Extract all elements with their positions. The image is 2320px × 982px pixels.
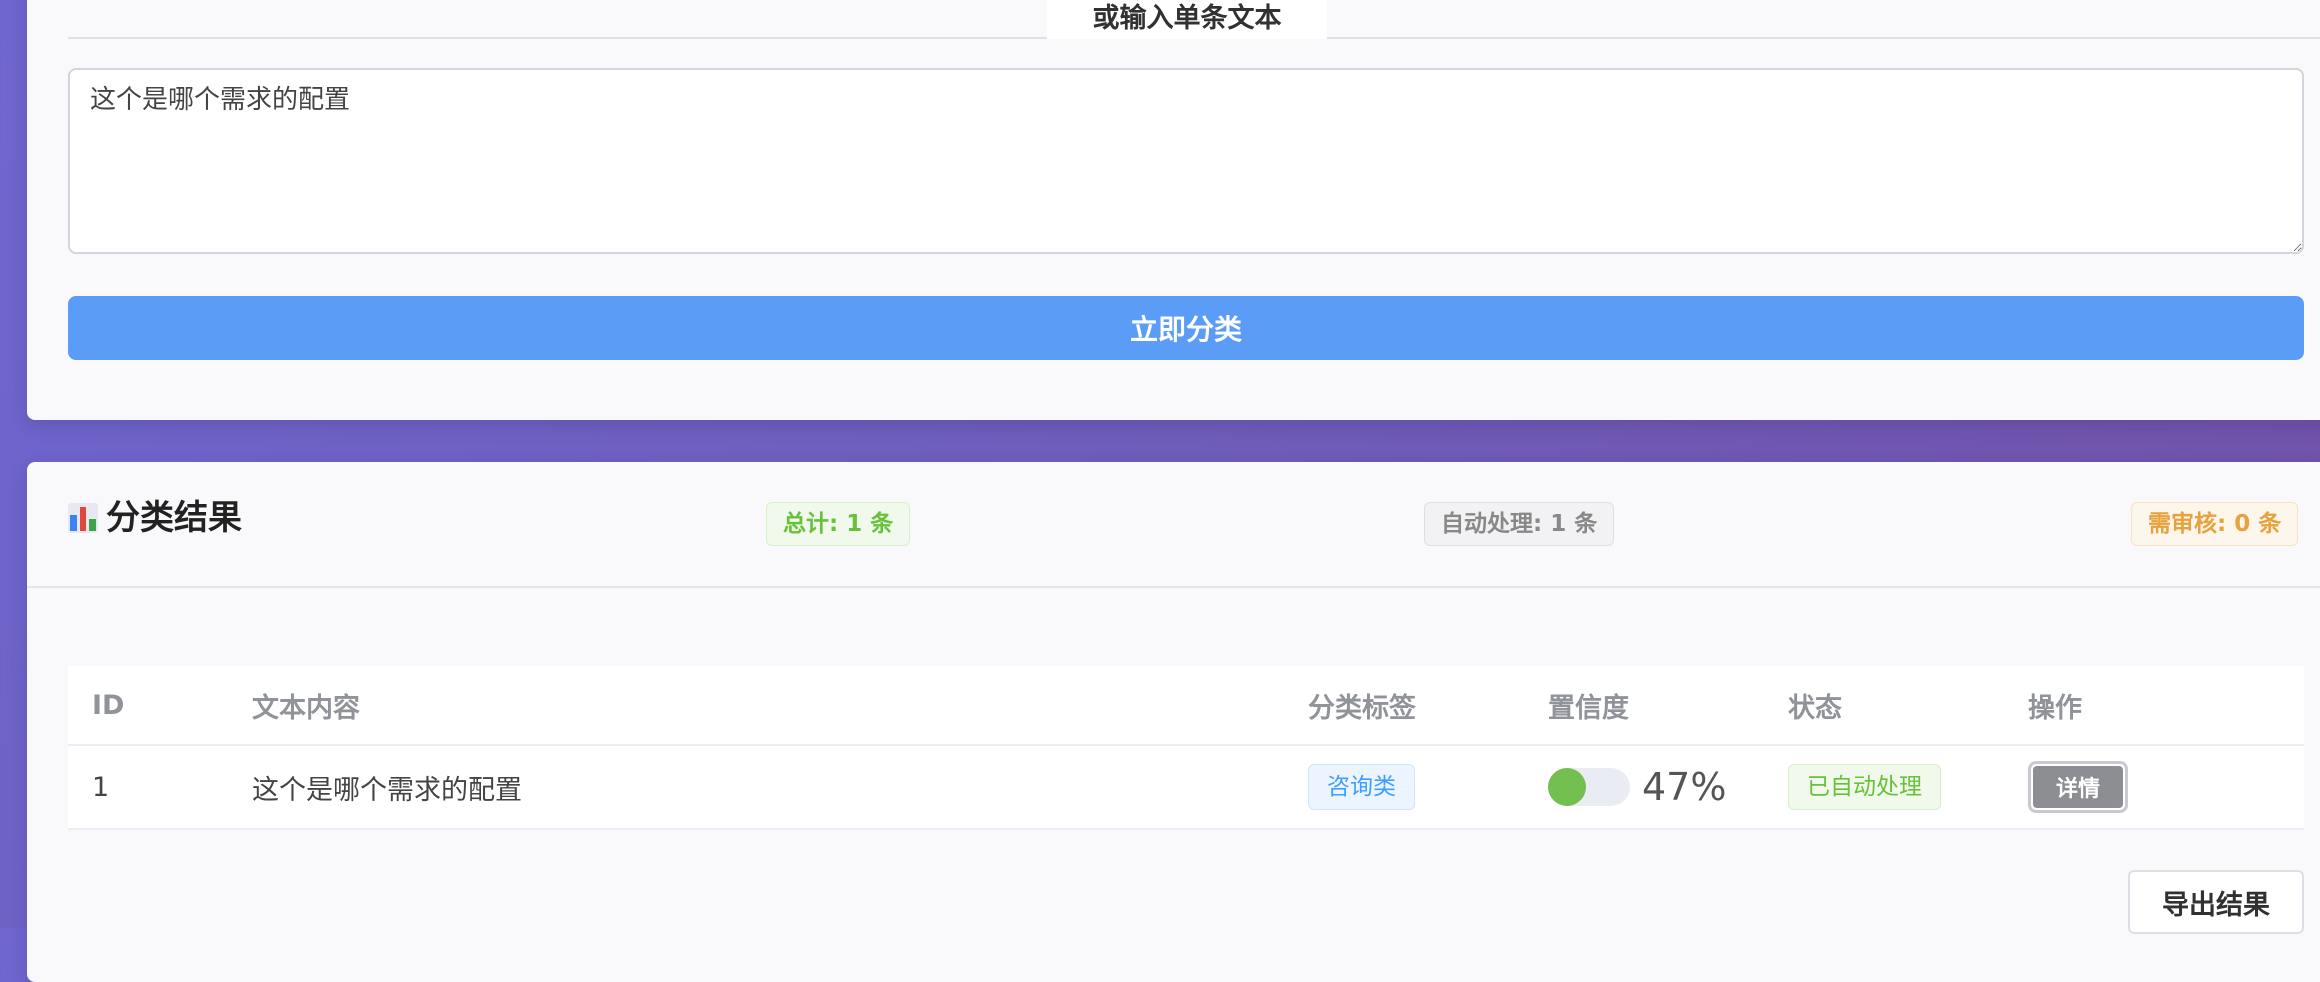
table-header-row: ID 文本内容 分类标签 置信度 状态 操作 — [68, 666, 2304, 746]
column-header-confidence: 置信度 — [1524, 666, 1764, 746]
auto-processed-badge: 自动处理: 1 条 — [1424, 502, 1615, 546]
confidence-fill — [1548, 768, 1586, 806]
detail-button-wrapper: 详情 — [2028, 761, 2128, 813]
column-header-label: 分类标签 — [1284, 666, 1524, 746]
total-count-badge: 总计: 1 条 — [766, 502, 911, 546]
status-badge: 已自动处理 — [1788, 764, 1941, 810]
single-text-input[interactable] — [68, 68, 2304, 254]
table-row: 1 这个是哪个需求的配置 咨询类 47% 已自动处理 详情 — [68, 745, 2304, 830]
results-card: 分类结果 总计: 1 条 自动处理: 1 条 需审核: 0 条 ID 文本内容 … — [27, 462, 2320, 982]
input-card: 或输入单条文本 立即分类 — [27, 0, 2320, 420]
divider-title: 或输入单条文本 — [1047, 0, 1327, 39]
row-id: 1 — [68, 745, 228, 830]
results-header: 分类结果 — [68, 494, 242, 542]
classify-now-button[interactable]: 立即分类 — [68, 296, 2304, 360]
bar-chart-icon — [68, 503, 98, 533]
column-header-id: ID — [68, 666, 228, 746]
column-header-status: 状态 — [1764, 666, 2004, 746]
results-title: 分类结果 — [106, 498, 242, 538]
needs-review-badge: 需审核: 0 条 — [2131, 502, 2299, 546]
column-header-action: 操作 — [2004, 666, 2304, 746]
confidence-track — [1548, 768, 1630, 806]
header-separator — [27, 586, 2320, 588]
column-header-text: 文本内容 — [228, 666, 1284, 746]
row-text: 这个是哪个需求的配置 — [228, 745, 1284, 830]
category-tag: 咨询类 — [1308, 764, 1415, 810]
export-results-button[interactable]: 导出结果 — [2128, 870, 2304, 934]
results-table: ID 文本内容 分类标签 置信度 状态 操作 1 这个是哪个需求的配置 咨询类 … — [68, 666, 2304, 830]
confidence-value: 47% — [1642, 765, 1727, 809]
confidence-indicator: 47% — [1548, 765, 1740, 809]
detail-button[interactable]: 详情 — [2033, 766, 2123, 808]
